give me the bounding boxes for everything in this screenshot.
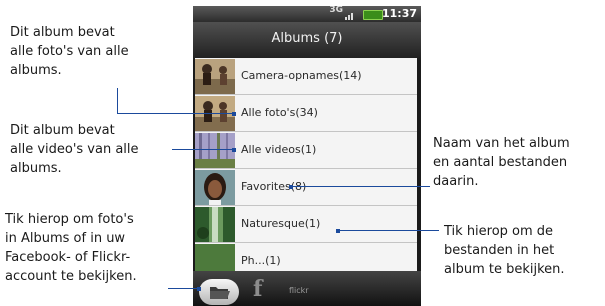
callout-all-videos: Dit album bevat alle video's van alle al…: [10, 121, 139, 178]
callout-line: alle foto's van alle: [10, 44, 129, 59]
leader-line: [172, 149, 233, 150]
callout-all-photos: Dit album bevat alle foto's van alle alb…: [10, 23, 129, 80]
phone-screen: 3G 11:37 Albums (7) Camera-opnames(14) A…: [193, 6, 421, 306]
callout-line: Facebook- of Flickr-: [5, 250, 131, 265]
callout-line: Dit album bevat: [10, 25, 115, 40]
callout-line: account te bekijken.: [5, 269, 137, 284]
tab-facebook[interactable]: f: [253, 276, 262, 302]
tab-flickr[interactable]: flickr: [289, 286, 309, 295]
callout-line: album te bekijken.: [444, 262, 565, 277]
album-thumbnail: [195, 133, 235, 168]
folder-icon: [210, 287, 230, 299]
album-name: Alle videos: [241, 143, 301, 156]
album-thumbnail: [195, 59, 235, 94]
callout-line: en aantal bestanden: [433, 155, 568, 170]
album-thumbnail: [195, 244, 235, 274]
album-list[interactable]: Camera-opnames(14) Alle foto's(34) Alle …: [195, 58, 417, 274]
network-indicator: 3G: [329, 6, 343, 15]
callout-line: alle video's van alle: [10, 142, 139, 157]
callout-line: bestanden in het: [444, 243, 555, 258]
album-row-naturesque[interactable]: Naturesque(1): [195, 206, 417, 243]
tab-albums[interactable]: [199, 279, 239, 305]
callout-line: Tik hierop om de: [444, 224, 554, 239]
album-name: Ph...: [241, 254, 266, 267]
leader-line: [291, 186, 430, 187]
leader-dot: [232, 148, 236, 152]
album-thumbnail: [195, 207, 235, 242]
leader-dot: [197, 287, 201, 291]
leader-line: [338, 230, 439, 231]
leader-line: [168, 288, 198, 289]
battery-icon: [363, 10, 383, 20]
album-row-favorites[interactable]: Favorites(8): [195, 169, 417, 206]
bottom-tab-bar: f flickr: [193, 271, 421, 306]
album-count: (1): [300, 143, 317, 156]
leader-dot: [336, 229, 340, 233]
callout-tap-album: Tik hierop om de bestanden in het album …: [444, 222, 565, 279]
album-name: Naturesque: [241, 217, 305, 230]
album-thumbnail: [195, 170, 235, 205]
album-row-camera[interactable]: Camera-opnames(14): [195, 58, 417, 95]
album-count: (1): [304, 217, 321, 230]
album-name: Favorites: [241, 180, 291, 193]
callout-line: Naam van het album: [433, 136, 570, 151]
leader-dot: [289, 185, 293, 189]
album-row-partial[interactable]: Ph...(1): [195, 243, 417, 274]
leader-line: [117, 88, 118, 114]
callout-album-name: Naam van het album en aantal bestanden d…: [433, 134, 570, 191]
status-bar: 3G 11:37: [193, 6, 421, 22]
page-title: Albums (7): [193, 22, 421, 60]
callout-line: albums.: [10, 63, 62, 78]
album-row-all-videos[interactable]: Alle videos(1): [195, 132, 417, 169]
signal-icon: [345, 13, 353, 20]
album-count: (14): [338, 69, 362, 82]
album-count: (1): [265, 254, 281, 267]
callout-line: albums.: [10, 161, 62, 176]
callout-line: daarin.: [433, 174, 479, 189]
callout-accounts: Tik hierop om foto's in Albums of in uw …: [5, 210, 137, 286]
callout-line: in Albums of in uw: [5, 231, 126, 246]
album-name: Alle foto's: [241, 106, 296, 119]
leader-line: [117, 113, 233, 114]
status-time: 11:37: [381, 7, 417, 20]
leader-dot: [232, 112, 236, 116]
callout-line: Dit album bevat: [10, 123, 115, 138]
album-count: (34): [295, 106, 318, 119]
callout-line: Tik hierop om foto's: [5, 212, 134, 227]
album-name: Camera-opnames: [241, 69, 339, 82]
